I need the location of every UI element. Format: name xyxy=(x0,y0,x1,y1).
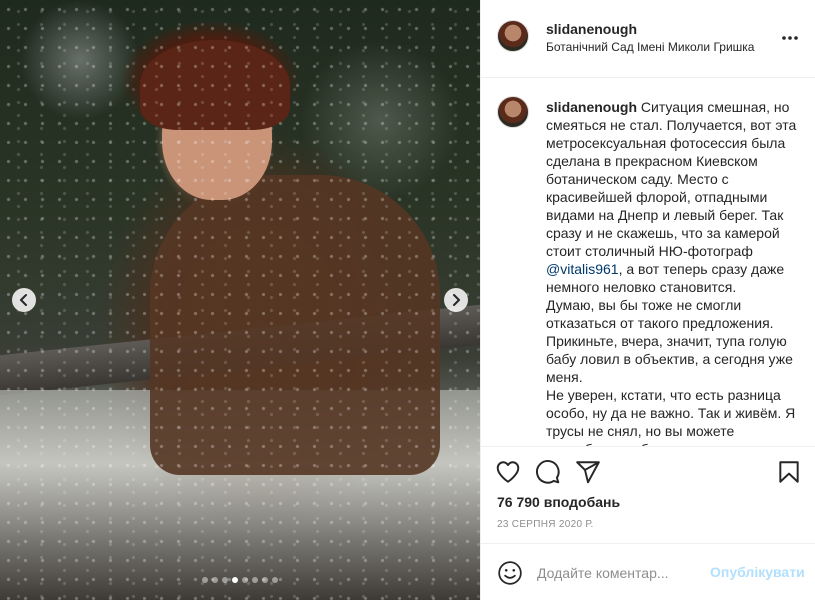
emoji-icon[interactable] xyxy=(497,560,523,586)
more-icon[interactable] xyxy=(780,28,800,48)
avatar[interactable] xyxy=(497,20,529,52)
post-date[interactable]: 23 СЕРПНЯ 2020 Р. xyxy=(497,519,594,530)
share-icon[interactable] xyxy=(575,459,601,485)
carousel-dot xyxy=(252,577,258,583)
publish-button[interactable]: Опублікувати xyxy=(710,564,805,580)
likes-count[interactable]: 76 790 вподобань xyxy=(497,494,620,510)
carousel-indicator xyxy=(0,577,480,583)
post-actions xyxy=(481,455,815,495)
post-header: slidanenough Ботанічний Сад Імені Миколи… xyxy=(481,0,815,78)
post-sidebar: slidanenough Ботанічний Сад Імені Миколи… xyxy=(480,0,815,600)
carousel-dot xyxy=(212,577,218,583)
post-photo[interactable] xyxy=(0,0,480,600)
bookmark-icon[interactable] xyxy=(776,459,802,485)
carousel-next-button[interactable] xyxy=(444,288,468,312)
add-comment-bar: Опублікувати xyxy=(481,543,815,600)
carousel-dot xyxy=(232,577,238,583)
post-caption: slidanenough Ситуация смешная, но смеять… xyxy=(546,98,803,446)
comments-area[interactable]: slidanenough Ситуация смешная, но смеять… xyxy=(481,78,815,447)
comment-icon[interactable] xyxy=(535,459,561,485)
chevron-left-icon xyxy=(20,294,27,306)
carousel-dot xyxy=(272,577,278,583)
carousel-prev-button[interactable] xyxy=(12,288,36,312)
caption-text-part1: Ситуация смешная, но смеяться не стал. П… xyxy=(546,99,801,259)
caption-text-part2: , а вот теперь сразу даже немного неловк… xyxy=(546,261,796,446)
carousel-dot xyxy=(222,577,228,583)
carousel-dot xyxy=(262,577,268,583)
chevron-right-icon xyxy=(453,294,460,306)
caption-username[interactable]: slidanenough xyxy=(546,99,637,115)
carousel-dot xyxy=(242,577,248,583)
photo-bokeh xyxy=(0,0,480,600)
caption-avatar[interactable] xyxy=(497,96,529,128)
post-username[interactable]: slidanenough xyxy=(546,21,637,37)
heart-icon[interactable] xyxy=(495,459,521,485)
carousel-dot xyxy=(202,577,208,583)
caption-mention[interactable]: @vitalis961 xyxy=(546,261,619,277)
post-location[interactable]: Ботанічний Сад Імені Миколи Гришка xyxy=(546,40,754,54)
comment-input[interactable] xyxy=(537,562,707,584)
